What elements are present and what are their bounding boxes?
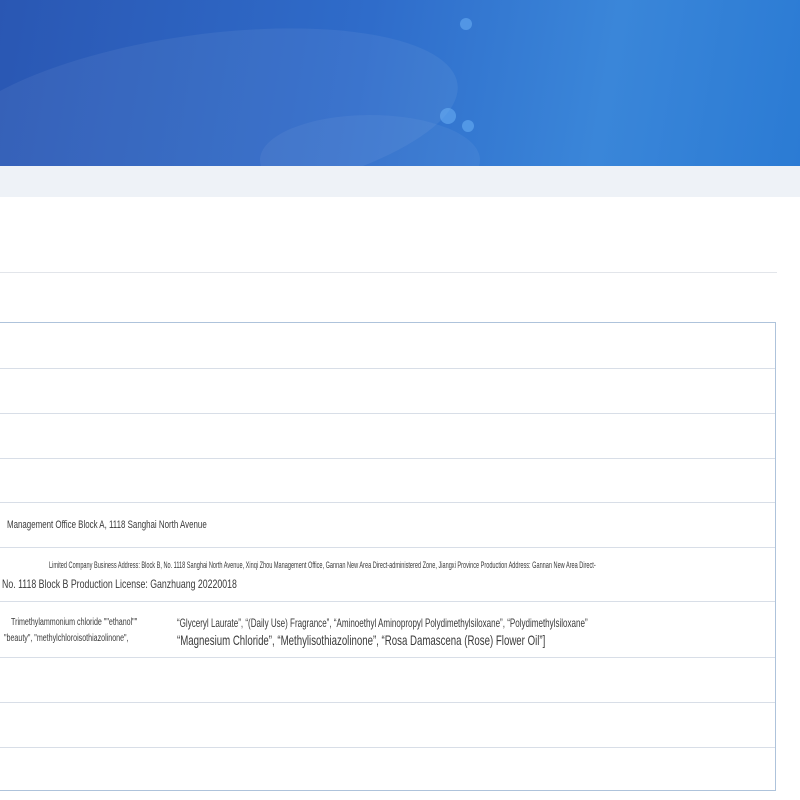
table-row-management-address: Management Office Block A, 1118 Sanghai … bbox=[0, 503, 775, 548]
company-address-line1: Limited Company Business Address: Block … bbox=[49, 560, 596, 570]
management-address-text: Management Office Block A, 1118 Sanghai … bbox=[7, 519, 207, 531]
product-info-table: Management Office Block A, 1118 Sanghai … bbox=[0, 322, 776, 791]
table-row bbox=[0, 414, 775, 459]
table-row bbox=[0, 369, 775, 414]
banner-dot bbox=[462, 120, 474, 132]
header-banner bbox=[0, 0, 800, 166]
table-row bbox=[0, 703, 775, 748]
banner-dot bbox=[460, 18, 472, 30]
table-row-company-address: Limited Company Business Address: Block … bbox=[0, 548, 775, 602]
breadcrumb-bar bbox=[0, 166, 800, 197]
company-address-line2: No. 1118 Block B Production License: Gan… bbox=[2, 577, 237, 591]
table-row bbox=[0, 459, 775, 503]
ingredients-right-line2: “Magnesium Chloride”, “Methylisothiazoli… bbox=[177, 632, 546, 648]
table-row bbox=[0, 658, 775, 703]
ingredients-right-line1: “Glyceryl Laurate”, “(Daily Use) Fragran… bbox=[177, 616, 588, 630]
table-row bbox=[0, 323, 775, 369]
title-divider bbox=[0, 272, 777, 273]
ingredients-left-line1: Trimethylammonium chloride ""ethanol"" bbox=[11, 617, 138, 628]
table-row bbox=[0, 748, 775, 792]
banner-dot bbox=[440, 108, 456, 124]
ingredients-left-line2: "beauty", "methylchloroisothiazolinone", bbox=[4, 633, 129, 644]
table-row-ingredients: Trimethylammonium chloride ""ethanol"" "… bbox=[0, 602, 775, 658]
